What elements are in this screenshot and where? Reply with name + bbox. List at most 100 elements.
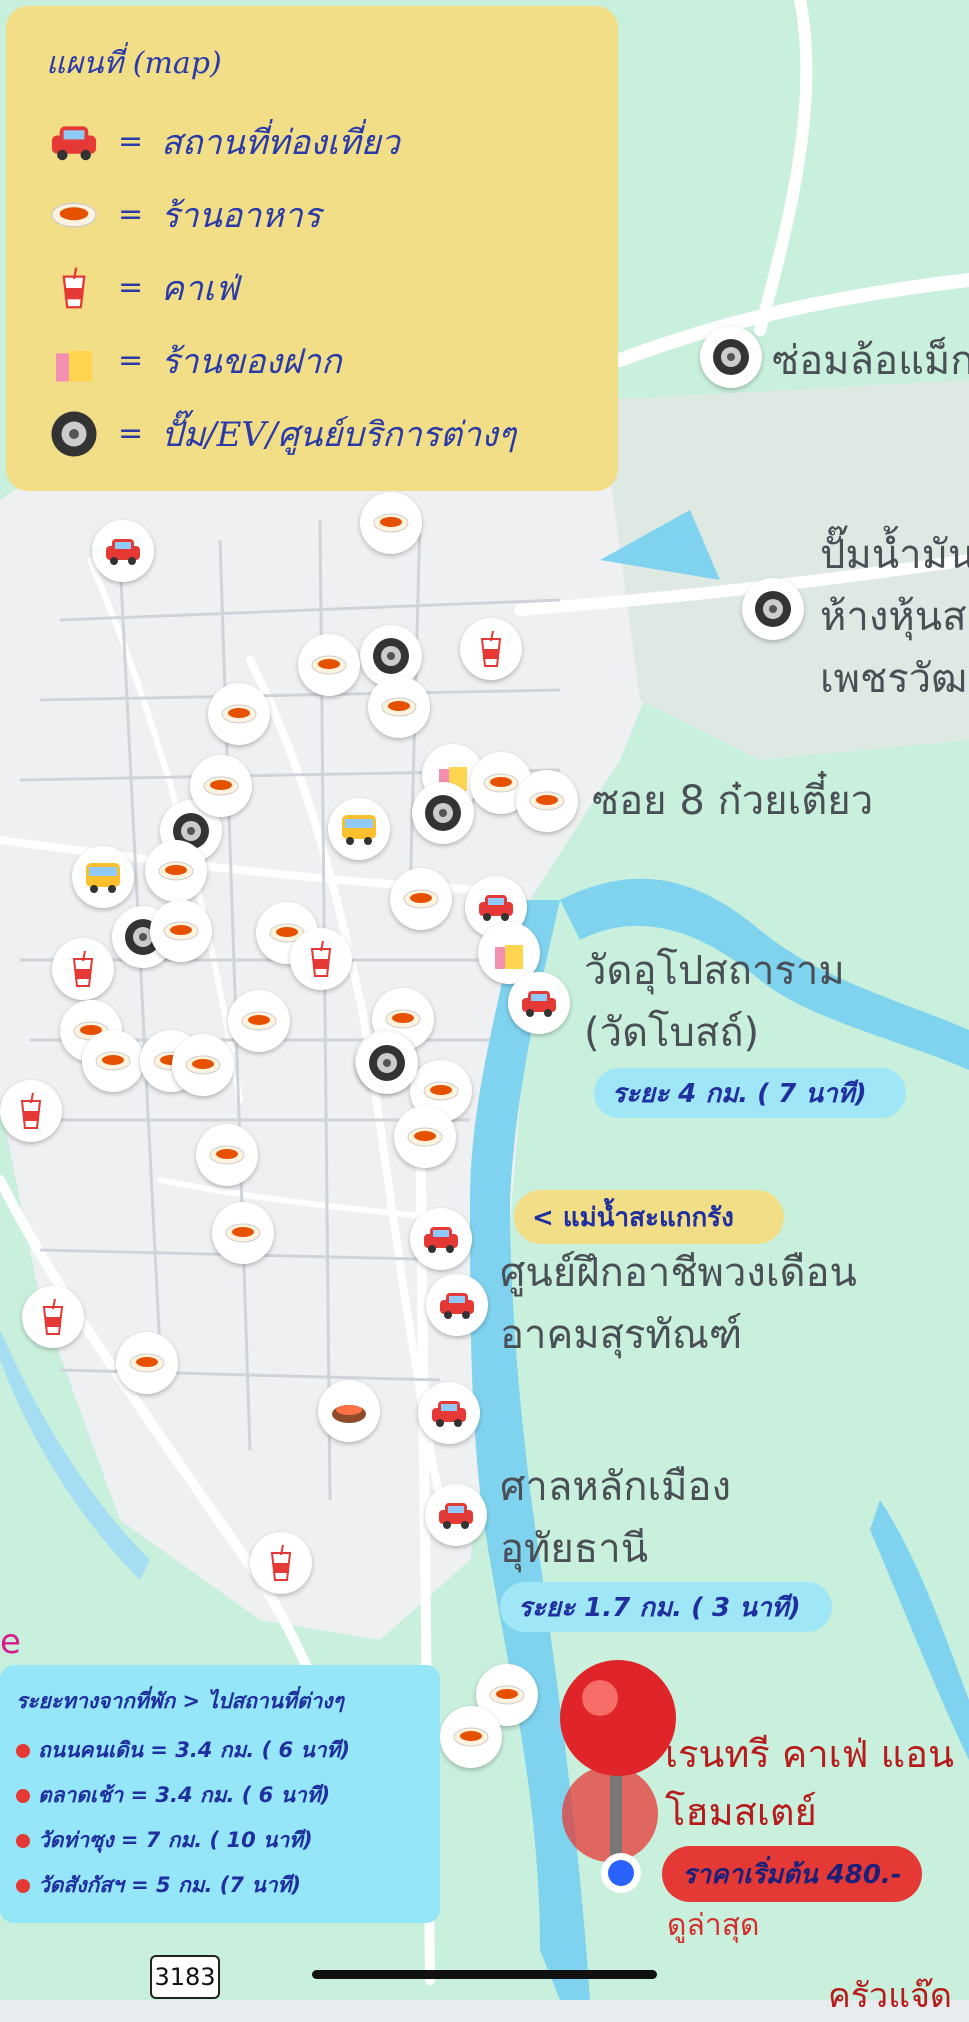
- noodle-bowl-icon[interactable]: [212, 1202, 274, 1264]
- legend-equals: =: [118, 197, 144, 232]
- noodle-bowl-icon[interactable]: [208, 683, 270, 745]
- place-soi8-noodles[interactable]: ซอย 8 ก๋วยเตี๋ยว: [592, 770, 873, 832]
- place-label-line2: (วัดโบสถ์): [584, 1010, 760, 1056]
- car-icon[interactable]: [418, 1382, 480, 1444]
- noodle-bowl-icon[interactable]: [298, 634, 360, 696]
- noodle-bowl-icon[interactable]: [360, 492, 422, 554]
- legend-label: ร้านของฝาก: [161, 341, 342, 382]
- tire-icon[interactable]: [742, 578, 804, 640]
- road-number-sign: 3183: [150, 1955, 220, 1999]
- pin-icon: [16, 1788, 30, 1803]
- drink-cup-icon[interactable]: [0, 1080, 62, 1142]
- noodle-bowl-icon[interactable]: [172, 1034, 234, 1096]
- legend-label: คาเฟ่: [161, 268, 239, 309]
- car-icon[interactable]: [410, 1208, 472, 1270]
- distance-text: วัดท่าซุง = 7 กม. ( 10 นาที): [38, 1828, 313, 1852]
- pin-icon: [16, 1833, 30, 1848]
- place-city-pillar[interactable]: ศาลหลักเมือง อุทัยธานี: [500, 1456, 731, 1580]
- place-label-line2: อาคมสุรทัณฑ์: [500, 1312, 743, 1358]
- distance-text: วัดสังกัสฯ = 5 กม. (7 นาที): [38, 1873, 301, 1897]
- tire-icon[interactable]: [356, 1032, 418, 1094]
- map-legend: แผนที่ (map) = สถานที่ท่องเที่ยว = ร้านอ…: [6, 6, 618, 491]
- distance-item: ตลาดเช้า = 3.4 กม. ( 6 นาที): [16, 1773, 424, 1818]
- river-label-badge: < แม่น้ำสะแกกรัง: [514, 1190, 784, 1244]
- noodle-bowl-icon[interactable]: [150, 900, 212, 962]
- noodle-bowl-icon[interactable]: [116, 1332, 178, 1394]
- view-latest-link[interactable]: ดูล่าสุด: [667, 1902, 760, 1949]
- home-indicator-bar[interactable]: [312, 1970, 657, 1979]
- cutoff-label: e: [0, 1622, 21, 1662]
- place-label-line1: ปั๊มน้ำมัน: [820, 532, 969, 578]
- pillar-distance-badge: ระยะ 1.7 กม. ( 3 นาที): [500, 1582, 832, 1632]
- drink-cup-icon[interactable]: [290, 928, 352, 990]
- legend-item-restaurant: = ร้านอาหาร: [46, 178, 578, 251]
- legend-item-attraction: = สถานที่ท่องเที่ยว: [46, 105, 578, 178]
- noodle-bowl-icon[interactable]: [190, 755, 252, 817]
- legend-equals: =: [118, 343, 144, 378]
- drink-cup-icon[interactable]: [250, 1532, 312, 1594]
- drink-cup-icon: [46, 260, 102, 316]
- legend-equals: =: [118, 270, 144, 305]
- bus-icon[interactable]: [72, 846, 134, 908]
- place-label-line1: ศาลหลักเมือง: [500, 1464, 732, 1510]
- place-label: ซอย 8 ก๋วยเตี๋ยว: [592, 778, 874, 824]
- place-temple[interactable]: วัดอุโปสถาราม (วัดโบสถ์): [584, 940, 845, 1064]
- car-icon: [46, 114, 102, 170]
- drink-cup-icon[interactable]: [52, 938, 114, 1000]
- tire-icon: [46, 406, 102, 462]
- legend-label: สถานที่ท่องเที่ยว: [161, 122, 400, 163]
- hotel-name-line2: โฮมสเตย์: [665, 1790, 817, 1834]
- car-icon[interactable]: [425, 1484, 487, 1546]
- pin-icon: [16, 1743, 30, 1758]
- noodle-bowl-icon[interactable]: [228, 990, 290, 1052]
- distance-info-box: ระยะทางจากที่พัก > ไปสถานที่ต่างๆ ถนนคนเ…: [0, 1665, 440, 1923]
- drink-cup-icon[interactable]: [460, 618, 522, 680]
- noodle-bowl-icon[interactable]: [390, 868, 452, 930]
- noodle-bowl-icon[interactable]: [394, 1106, 456, 1168]
- place-label-line2: ห้างหุ้นส: [820, 594, 967, 640]
- noodle-bowl-icon[interactable]: [440, 1706, 502, 1768]
- legend-label: ปั๊ม/EV/ศูนย์บริการต่างๆ: [161, 414, 516, 455]
- place-training-center[interactable]: ศูนย์ฝึกอาชีพวงเดือน อาคมสุรทัณฑ์: [500, 1242, 857, 1366]
- legend-item-souvenir: = ร้านของฝาก: [46, 324, 578, 397]
- car-icon[interactable]: [426, 1274, 488, 1336]
- place-label-line1: ศูนย์ฝึกอาชีพวงเดือน: [500, 1250, 857, 1296]
- hotel-name[interactable]: เรนทรี คาเฟ่ แอน โฮมสเตย์: [665, 1725, 954, 1841]
- distance-title: ระยะทางจากที่พัก > ไปสถานที่ต่างๆ: [16, 1689, 344, 1713]
- hotpot-icon[interactable]: [318, 1380, 380, 1442]
- legend-equals: =: [118, 124, 144, 159]
- noodle-bowl-icon[interactable]: [145, 840, 207, 902]
- noodle-bowl-icon: [46, 187, 102, 243]
- noodle-bowl-icon[interactable]: [82, 1030, 144, 1092]
- distance-text: ตลาดเช้า = 3.4 กม. ( 6 นาที): [38, 1783, 331, 1807]
- tire-icon[interactable]: [412, 782, 474, 844]
- car-icon[interactable]: [508, 972, 570, 1034]
- place-wheel-shop[interactable]: ซ่อมล้อแม็ก: [772, 330, 969, 392]
- place-label-line2: อุทัยธานี: [500, 1526, 649, 1572]
- hotel-name-line1: เรนทรี คาเฟ่ แอน: [665, 1732, 954, 1776]
- place-label: ซ่อมล้อแม็ก: [772, 338, 969, 384]
- distance-item: วัดสังกัสฯ = 5 กม. (7 นาที): [16, 1863, 424, 1908]
- distance-item: วัดท่าซุง = 7 กม. ( 10 นาที): [16, 1818, 424, 1863]
- legend-equals: =: [118, 416, 144, 451]
- bus-icon[interactable]: [328, 798, 390, 860]
- car-icon[interactable]: [92, 520, 154, 582]
- noodle-bowl-icon[interactable]: [196, 1124, 258, 1186]
- distance-item: ถนนคนเดิน = 3.4 กม. ( 6 นาที): [16, 1728, 424, 1773]
- noodle-bowl-icon[interactable]: [368, 676, 430, 738]
- temple-distance-badge: ระยะ 4 กม. ( 7 นาที): [594, 1068, 906, 1118]
- noodle-bowl-icon[interactable]: [516, 770, 578, 832]
- cutoff-place-label[interactable]: ครัวแจ๊ด: [828, 1968, 952, 2022]
- tire-icon[interactable]: [700, 326, 762, 388]
- drink-cup-icon[interactable]: [22, 1286, 84, 1348]
- legend-label: ร้านอาหาร: [161, 195, 322, 236]
- place-label-line3: เพชรวัฒ: [820, 656, 968, 702]
- price-badge[interactable]: ราคาเริ่มต้น 480.-: [662, 1846, 922, 1902]
- pin-icon: [16, 1878, 30, 1893]
- place-label-line1: วัดอุโปสถาราม: [584, 948, 845, 994]
- legend-item-cafe: = คาเฟ่: [46, 251, 578, 324]
- distance-text: ถนนคนเดิน = 3.4 กม. ( 6 นาที): [38, 1738, 350, 1762]
- place-gas-station[interactable]: ปั๊มน้ำมัน ห้างหุ้นส เพชรวัฒ: [820, 524, 969, 710]
- legend-item-service: = ปั๊ม/EV/ศูนย์บริการต่างๆ: [46, 397, 578, 470]
- shopping-bag-icon: [46, 333, 102, 389]
